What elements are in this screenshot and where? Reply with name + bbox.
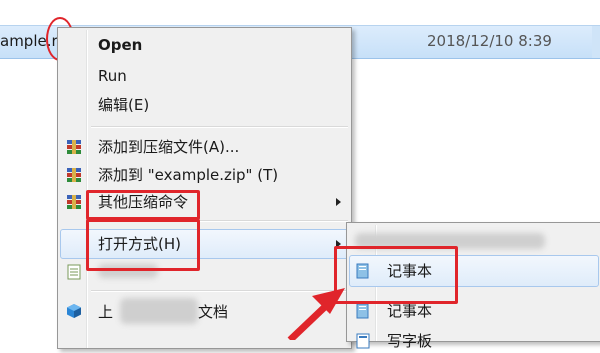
- menu-separator: [91, 126, 348, 128]
- blurred-item: [120, 298, 198, 324]
- icon-gutter: [86, 30, 88, 348]
- menu-item-new-doc-suffix[interactable]: 文档: [198, 300, 228, 324]
- menu-item-run[interactable]: Run: [98, 64, 127, 88]
- submenu-item-wordpad[interactable]: 写字板: [387, 329, 432, 353]
- annotation-box-notepad: [334, 246, 458, 304]
- menu-item-new-doc-prefix[interactable]: 上: [98, 300, 113, 324]
- menu-item-add-to-zip[interactable]: 添加到 "example.zip" (T): [98, 163, 278, 187]
- file-modified-date: 2018/12/10 8:39: [427, 32, 552, 50]
- menu-item-edit[interactable]: 编辑(E): [98, 93, 149, 117]
- cube-icon: [67, 304, 81, 318]
- archive-icon: [67, 195, 81, 209]
- archive-icon: [67, 140, 81, 154]
- chevron-right-icon: [336, 198, 341, 206]
- menu-item-add-to-archive[interactable]: 添加到压缩文件(A)...: [98, 135, 239, 159]
- column-edge: [592, 26, 600, 58]
- context-menu: Open Run 编辑(E) 添加到压缩文件(A)... 添加到 "exampl…: [57, 27, 352, 349]
- annotation-box-other: [86, 190, 200, 220]
- menu-item-open[interactable]: Open: [98, 33, 142, 57]
- annotation-box-open-with: [86, 219, 200, 271]
- archive-icon: [67, 168, 81, 182]
- notepad-icon: [356, 303, 369, 319]
- menu-separator: [91, 290, 348, 292]
- document-icon: [67, 264, 81, 280]
- wordpad-icon: [356, 333, 370, 349]
